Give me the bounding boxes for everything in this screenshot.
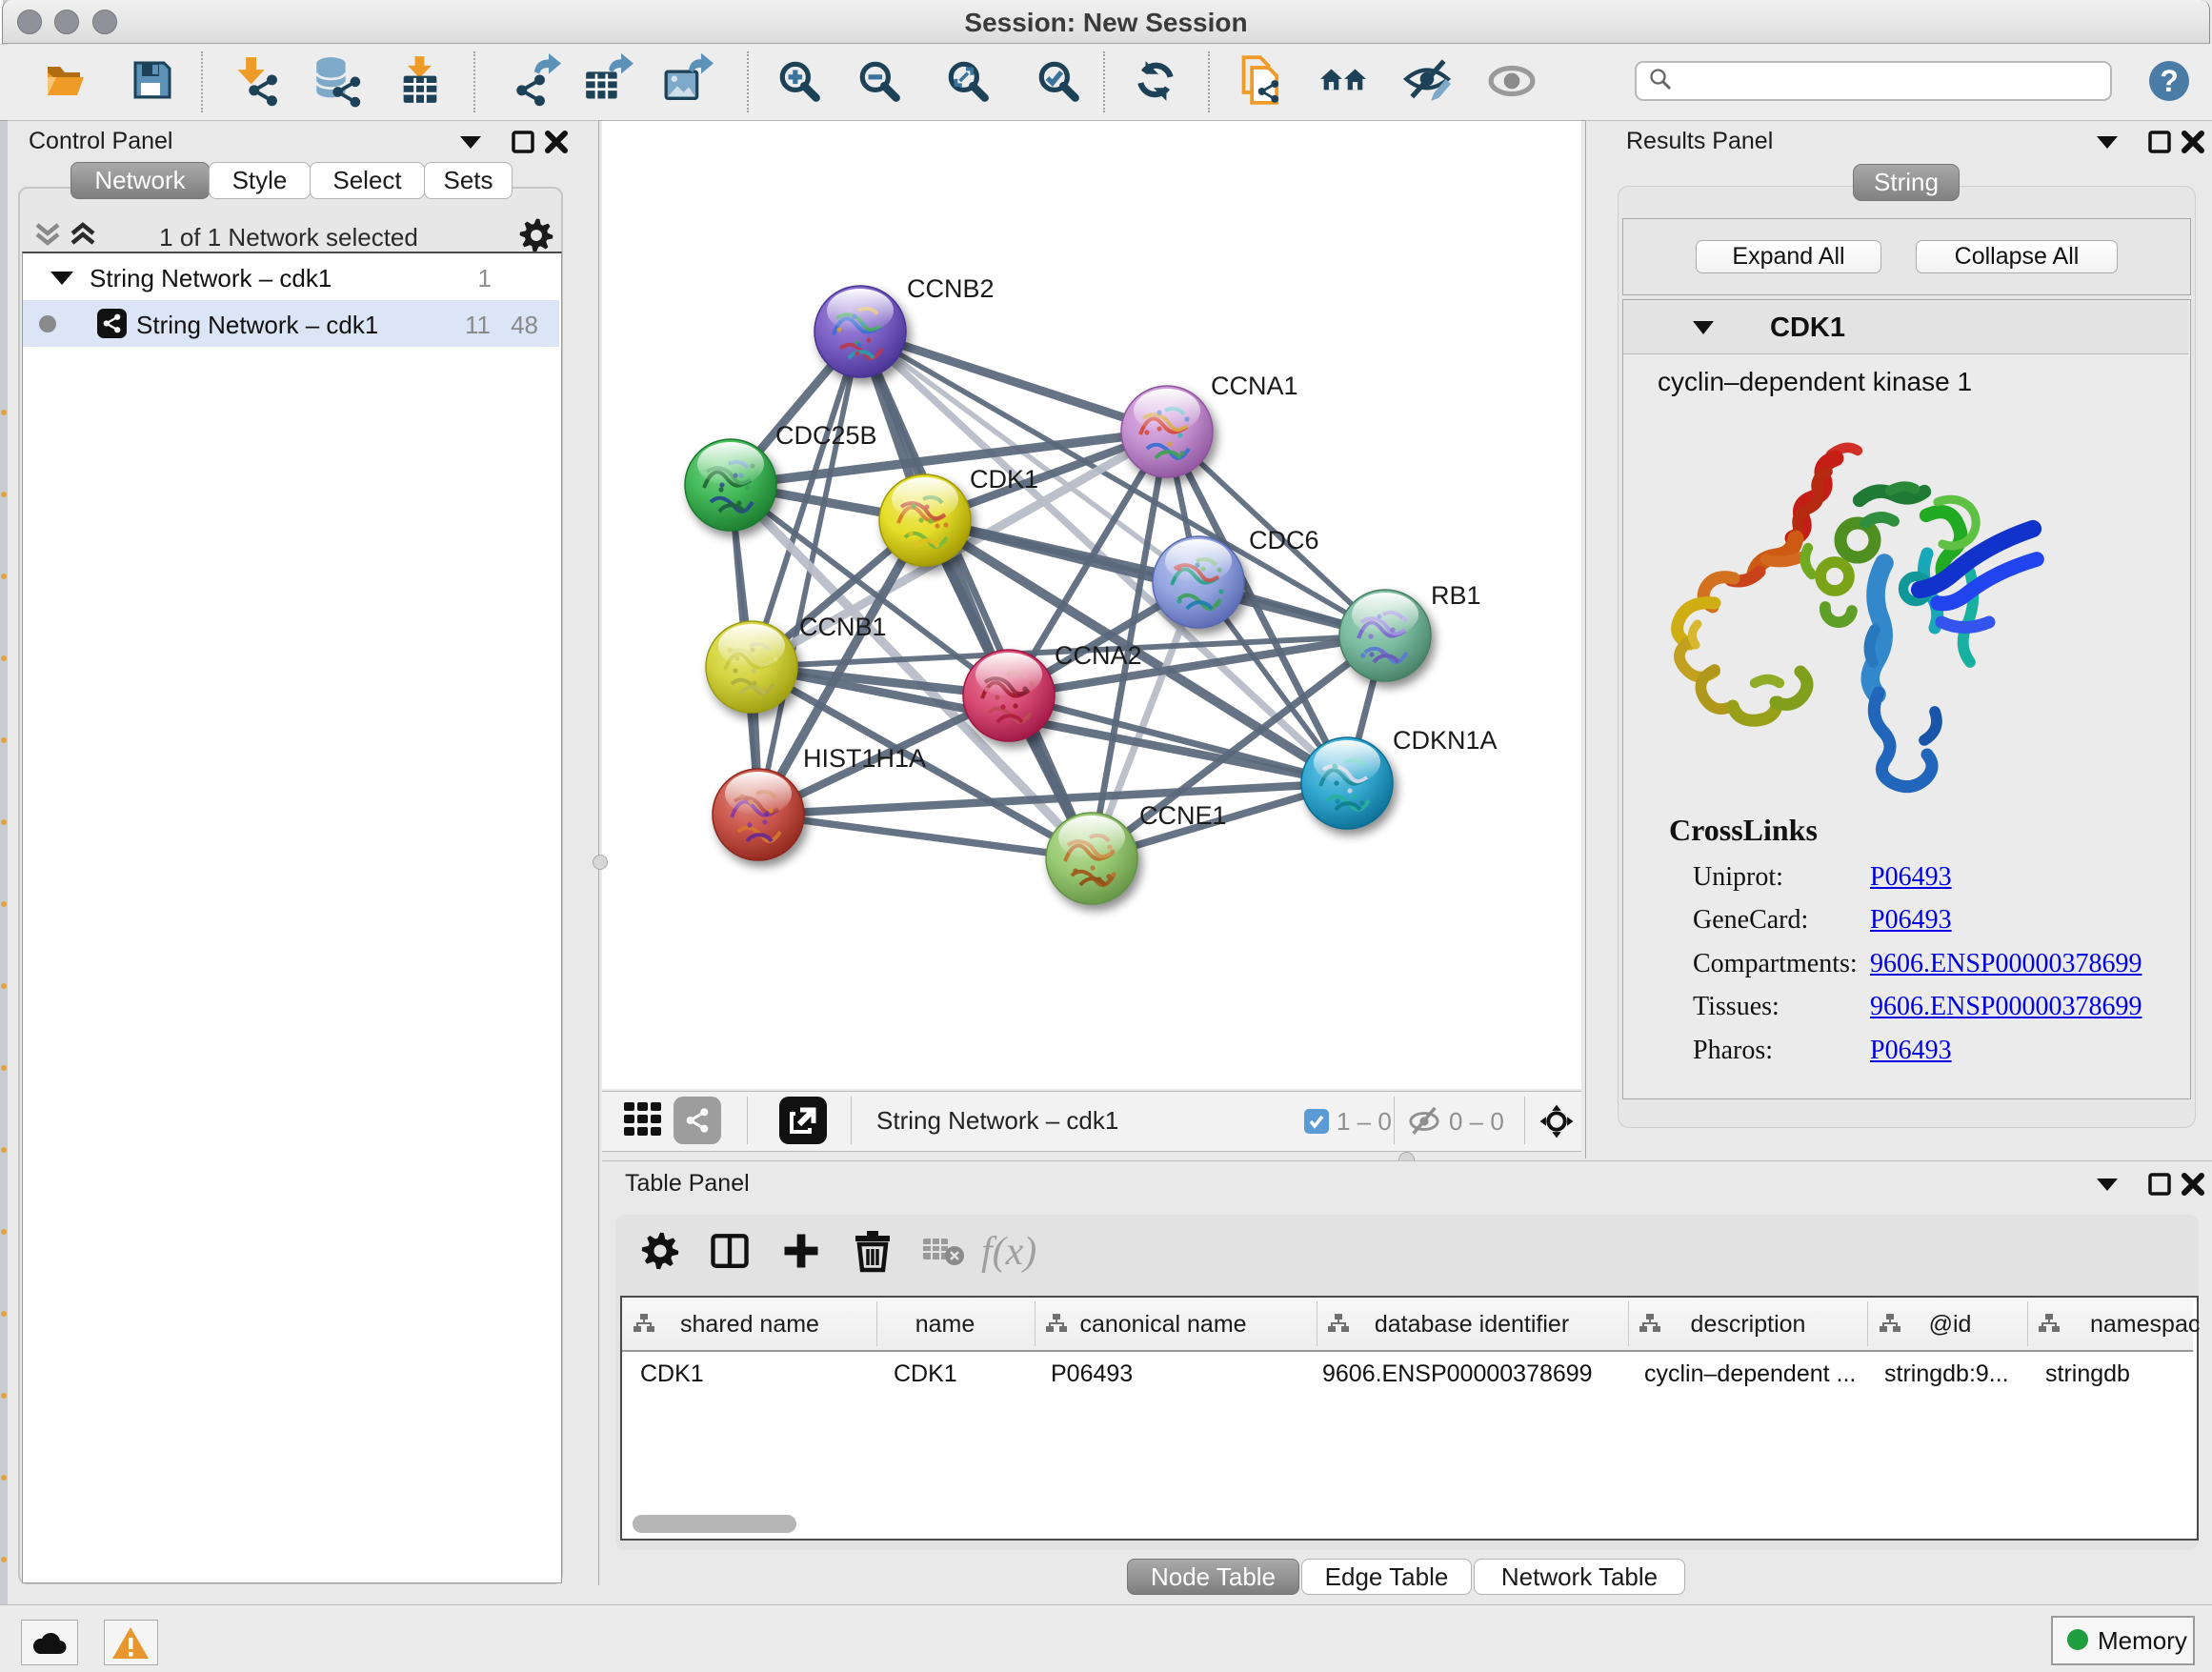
svg-text:CCNA2: CCNA2 <box>1055 641 1142 670</box>
svg-text:CCNB2: CCNB2 <box>907 274 995 303</box>
svg-text:CDK1: CDK1 <box>970 465 1038 494</box>
svg-text:CCNA1: CCNA1 <box>1211 372 1298 400</box>
svg-text:CCNE1: CCNE1 <box>1139 801 1227 830</box>
svg-text:CCNB1: CCNB1 <box>799 613 887 641</box>
svg-text:CDC6: CDC6 <box>1249 526 1319 554</box>
svg-text:RB1: RB1 <box>1431 581 1481 610</box>
svg-text:CDC25B: CDC25B <box>775 421 877 450</box>
svg-text:CDKN1A: CDKN1A <box>1393 726 1498 755</box>
svg-text:HIST1H1A: HIST1H1A <box>803 744 926 773</box>
